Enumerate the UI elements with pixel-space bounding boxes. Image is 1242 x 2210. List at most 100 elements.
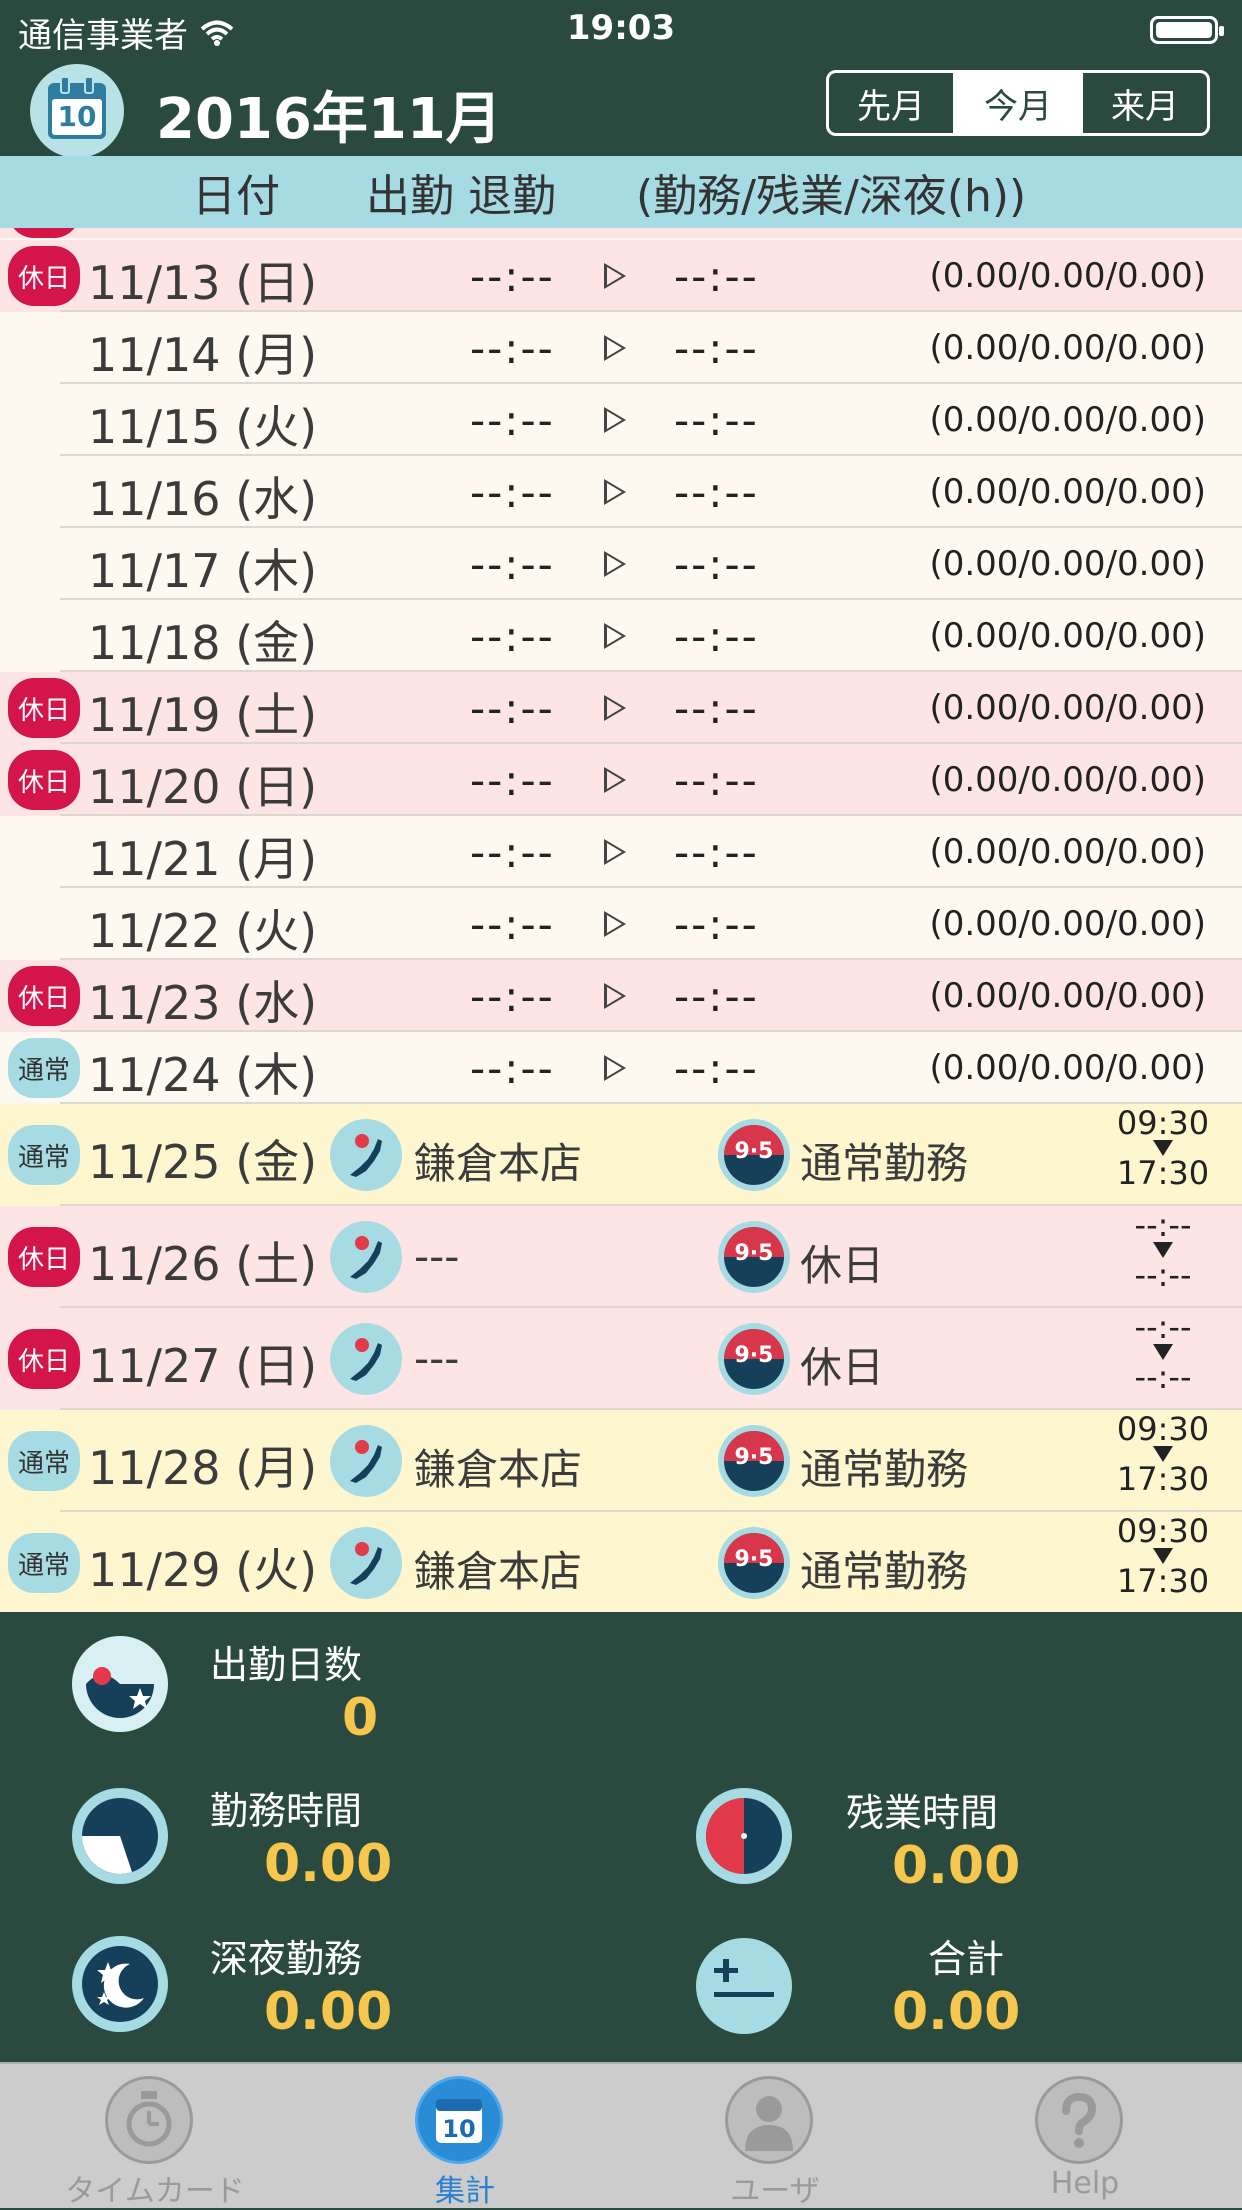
- column-hours: (勤務/残業/深夜(h)): [636, 171, 1027, 222]
- clock-in-time: --:--: [470, 540, 555, 589]
- segment-this-month[interactable]: 今月: [953, 73, 1080, 133]
- plan-row[interactable]: 通常 11/28 (月) 鎌倉本店 9·5 通常勤務 09:30 17:30: [0, 1410, 1242, 1512]
- shift-time-range: 09:30 17:30: [1108, 1512, 1218, 1597]
- clock-icon: [72, 1788, 168, 1884]
- play-arrow-icon: [604, 551, 626, 577]
- date-text: 11/21: [88, 832, 221, 886]
- shift-name: 休日: [800, 1241, 885, 1290]
- plan-row[interactable]: 休日 11/27 (日) --- 9·5 休日 --:-- --:--: [0, 1308, 1242, 1410]
- column-date: 日付: [192, 171, 280, 222]
- clock-out-time: --:--: [674, 900, 759, 949]
- weekday-text: (金): [235, 616, 318, 670]
- tab-timecard[interactable]: タイムカード: [0, 2064, 310, 2210]
- day-row[interactable]: 11/18 (金) --:-- --:-- (0.00/0.00/0.00): [0, 600, 1242, 672]
- date-text: 11/18: [88, 616, 221, 670]
- plan-row[interactable]: 休日 11/26 (土) --- 9·5 休日 --:-- --:--: [0, 1206, 1242, 1308]
- user-icon: [725, 2076, 813, 2164]
- day-row[interactable]: 11/22 (火) --:-- --:-- (0.00/0.00/0.00): [0, 888, 1242, 960]
- day-row[interactable]: 11/15 (火) --:-- --:-- (0.00/0.00/0.00): [0, 384, 1242, 456]
- nav-header: 10 2016年11月 先月 今月 来月: [0, 58, 1242, 158]
- day-row[interactable]: 11/17 (木) --:-- --:-- (0.00/0.00/0.00): [0, 528, 1242, 600]
- shift-start: 09:30: [1116, 1104, 1210, 1142]
- month-segmented-control[interactable]: 先月 今月 来月: [826, 70, 1210, 136]
- play-arrow-icon: [604, 335, 626, 361]
- shift-9-5-icon[interactable]: 9·5: [718, 1323, 790, 1395]
- clock-in-time: --:--: [470, 468, 555, 517]
- stopwatch-icon: [105, 2076, 193, 2164]
- weekday-text: (日): [235, 760, 318, 814]
- shift-9-5-icon[interactable]: 9·5: [718, 1119, 790, 1191]
- day-row[interactable]: 休日 11/20 (日) --:-- --:-- (0.00/0.00/0.00): [0, 744, 1242, 816]
- holiday-badge: 休日: [8, 246, 80, 306]
- play-arrow-icon: [604, 407, 626, 433]
- japan-map-icon[interactable]: [330, 1323, 402, 1395]
- play-arrow-icon: [604, 623, 626, 649]
- hours-summary: (0.00/0.00/0.00): [929, 904, 1206, 944]
- day-row[interactable]: 休日 11/13 (日) --:-- --:-- (0.00/0.00/0.00): [0, 240, 1242, 312]
- row-date: 11/29 (火): [88, 1534, 317, 1600]
- shift-end: 17:30: [1116, 1460, 1210, 1498]
- row-date: 11/19 (土): [88, 679, 317, 745]
- day-row[interactable]: 11/16 (水) --:-- --:-- (0.00/0.00/0.00): [0, 456, 1242, 528]
- day-row[interactable]: 通常 11/24 (木) --:-- --:-- (0.00/0.00/0.00): [0, 1032, 1242, 1104]
- shop-name: ---: [414, 1232, 460, 1281]
- attendance-list[interactable]: 休日 11/13 (日) --:-- --:-- (0.00/0.00/0.00) 11/…: [0, 228, 1242, 1612]
- shift-9-5-icon[interactable]: 9·5: [718, 1425, 790, 1497]
- date-text: 11/13: [88, 256, 221, 310]
- tab-help[interactable]: Help: [930, 2064, 1240, 2210]
- shift-9-5-icon[interactable]: 9·5: [718, 1221, 790, 1293]
- tab-summary[interactable]: 10 集計: [310, 2064, 620, 2210]
- segment-next-month[interactable]: 来月: [1080, 73, 1207, 133]
- play-arrow-icon: [604, 695, 626, 721]
- shift-9-5-icon[interactable]: 9·5: [718, 1527, 790, 1599]
- date-text: 11/20: [88, 760, 221, 814]
- battery-icon: [1150, 16, 1224, 44]
- hours-summary: (0.00/0.00/0.00): [929, 616, 1206, 656]
- row-date: 11/25 (金): [88, 1126, 317, 1192]
- row-date: 11/22 (火): [88, 895, 317, 961]
- clock-out-time: --:--: [674, 540, 759, 589]
- shift-start: 09:30: [1116, 1512, 1210, 1550]
- date-text: 11/26: [88, 1237, 221, 1291]
- japan-map-icon[interactable]: [330, 1527, 402, 1599]
- hours-summary: (0.00/0.00/0.00): [929, 544, 1206, 584]
- clock-out-time: --:--: [674, 756, 759, 805]
- play-arrow-icon: [604, 479, 626, 505]
- weekday-text: (木): [235, 1048, 318, 1102]
- japan-map-icon[interactable]: [330, 1119, 402, 1191]
- japan-map-icon[interactable]: [330, 1425, 402, 1497]
- date-text: 11/19: [88, 688, 221, 742]
- normal-badge: 通常: [8, 1125, 80, 1185]
- play-arrow-icon: [604, 839, 626, 865]
- plan-row[interactable]: 通常 11/25 (金) 鎌倉本店 9·5 通常勤務 09:30 17:30: [0, 1104, 1242, 1206]
- shift-time-range: --:-- --:--: [1108, 1206, 1218, 1291]
- segment-prev-month[interactable]: 先月: [829, 73, 953, 133]
- day-row[interactable]: 11/14 (月) --:-- --:-- (0.00/0.00/0.00): [0, 312, 1242, 384]
- clock-out-time: --:--: [674, 252, 759, 301]
- shop-name: 鎌倉本店: [414, 1445, 583, 1494]
- tab-user[interactable]: ユーザ: [620, 2064, 930, 2210]
- plan-row[interactable]: 通常 11/29 (火) 鎌倉本店 9·5 通常勤務 09:30 17:30: [0, 1512, 1242, 1612]
- shift-start: --:--: [1134, 1206, 1192, 1244]
- date-text: 11/16: [88, 472, 221, 526]
- clock-in-time: --:--: [470, 900, 555, 949]
- day-row[interactable]: 休日 11/19 (土) --:-- --:-- (0.00/0.00/0.00): [0, 672, 1242, 744]
- row-date: 11/17 (木): [88, 535, 317, 601]
- tab-label: ユーザ: [730, 2174, 820, 2209]
- status-bar: 通信事業者 19:03: [0, 0, 1242, 58]
- clock-in-time: --:--: [470, 396, 555, 445]
- japan-map-icon[interactable]: [330, 1221, 402, 1293]
- tab-calendar-day: 10: [442, 2115, 475, 2143]
- clock-in-time: --:--: [470, 828, 555, 877]
- hours-summary: (0.00/0.00/0.00): [929, 1048, 1206, 1088]
- date-text: 11/24: [88, 1048, 221, 1102]
- tab-label: タイムカード: [65, 2174, 245, 2209]
- shift-time-range: 09:30 17:30: [1108, 1104, 1218, 1189]
- day-row[interactable]: 11/21 (月) --:-- --:-- (0.00/0.00/0.00): [0, 816, 1242, 888]
- normal-badge: 通常: [8, 1038, 80, 1098]
- clock-out-time: --:--: [674, 828, 759, 877]
- date-text: 11/17: [88, 544, 221, 598]
- row-date: 11/26 (土): [88, 1228, 317, 1294]
- day-row[interactable]: 休日 11/23 (水) --:-- --:-- (0.00/0.00/0.00): [0, 960, 1242, 1032]
- play-arrow-icon: [604, 911, 626, 937]
